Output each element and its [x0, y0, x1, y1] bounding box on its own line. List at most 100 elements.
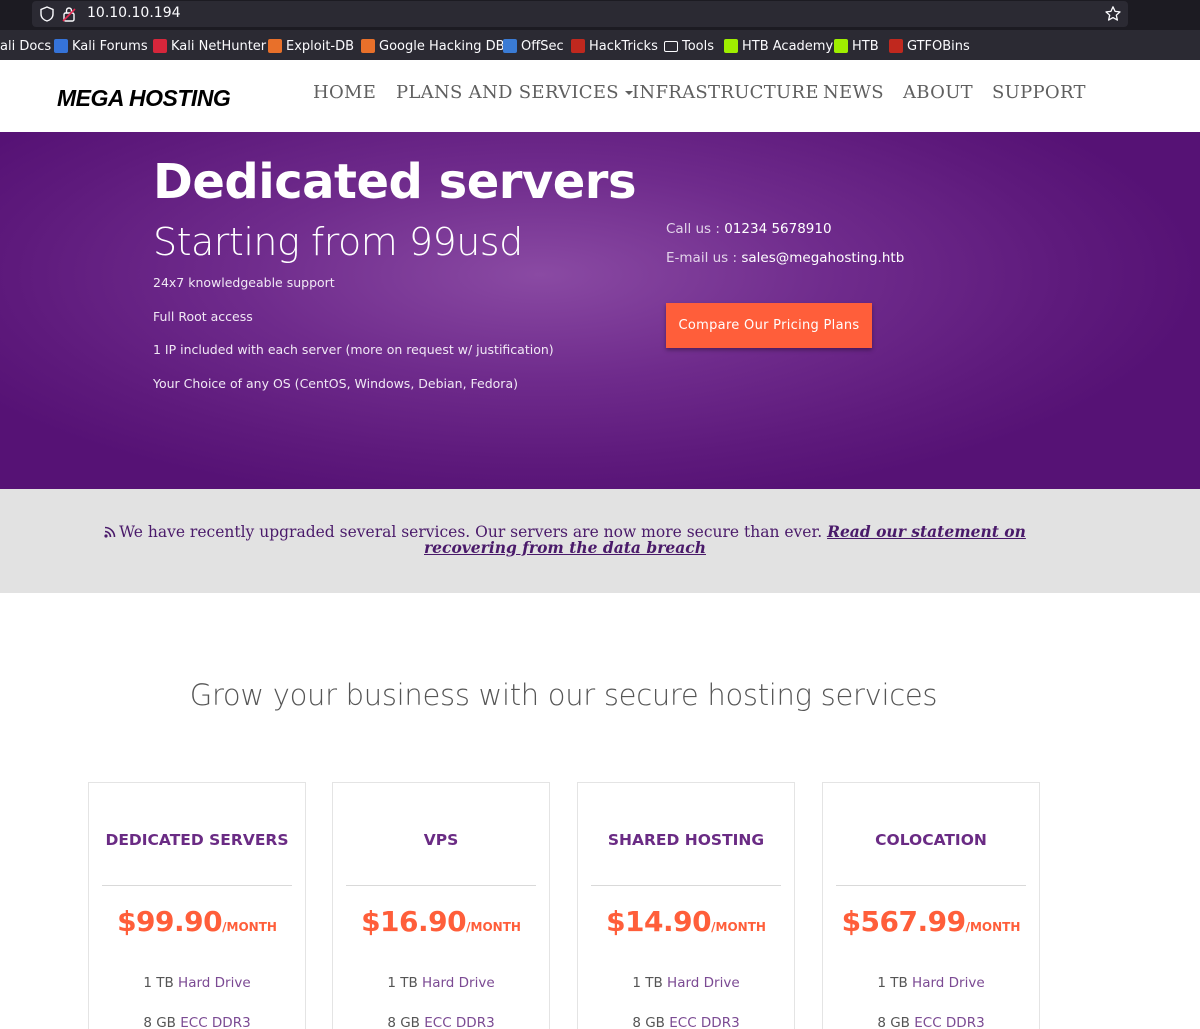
- plan-spec: 1 TB Hard Drive: [89, 975, 305, 991]
- hero-feature: 1 IP included with each server (more on …: [153, 342, 554, 357]
- email-label: E-mail us :: [666, 250, 738, 266]
- contact-email: E-mail us : sales@megahosting.htb: [666, 250, 904, 266]
- site-header: MEGA HOSTING HOME PLANS AND SERVICES INF…: [0, 60, 1200, 132]
- plan-spec-qty: 8 GB: [143, 1015, 176, 1029]
- bookmark-label: Exploit-DB: [286, 38, 355, 54]
- bookmark-label: Tools: [682, 38, 715, 54]
- bookmark-item[interactable]: Kali NetHunter: [153, 37, 266, 55]
- plan-card-vps: VPS $16.90/MONTH 1 TB Hard Drive 8 GB EC…: [332, 782, 550, 1029]
- plan-spec: 8 GB ECC DDR3: [89, 1015, 305, 1029]
- lock-icon[interactable]: [62, 6, 76, 22]
- compare-pricing-button[interactable]: Compare Our Pricing Plans: [666, 303, 872, 348]
- section-title: Grow your business with our secure hosti…: [189, 678, 938, 712]
- hero-feature: 24x7 knowledgeable support: [153, 275, 335, 290]
- bookmark-item[interactable]: ali Docs: [0, 37, 51, 55]
- plan-name: VPS: [423, 831, 459, 849]
- hero-title: Dedicated servers: [153, 154, 637, 210]
- plan-divider: [346, 885, 536, 886]
- plan-divider: [102, 885, 292, 886]
- bookmarks-toolbar: ali Docs Kali Forums Kali NetHunter Exploit…: [0, 30, 1200, 60]
- nav-plans-label: PLANS AND SERVICES: [396, 82, 619, 103]
- bookmark-item[interactable]: OffSec: [503, 37, 564, 55]
- plan-spec-item: ECC DDR3: [424, 1015, 495, 1029]
- plan-card-colocation: COLOCATION $567.99/MONTH 1 TB Hard Drive…: [822, 782, 1040, 1029]
- bookmark-star-icon[interactable]: [1104, 5, 1122, 23]
- plan-price: $99.90/MONTH: [89, 905, 305, 938]
- bookmark-label: HackTricks: [589, 38, 658, 54]
- plan-spec-item: Hard Drive: [178, 975, 251, 991]
- plan-spec: 1 TB Hard Drive: [578, 975, 794, 991]
- kali-forums-icon: [54, 39, 68, 53]
- bookmark-item[interactable]: GTFOBins: [889, 37, 970, 55]
- bookmark-item[interactable]: HTB Academy: [724, 37, 833, 55]
- plan-price-period: /MONTH: [222, 920, 277, 934]
- nav-home[interactable]: HOME: [313, 82, 376, 103]
- bookmark-item[interactable]: Kali Forums: [54, 37, 148, 55]
- plan-price: $567.99/MONTH: [823, 905, 1039, 938]
- kali-nethunter-icon: [153, 39, 167, 53]
- plan-price-amount: $14.90: [606, 905, 712, 938]
- plan-spec-item: Hard Drive: [667, 975, 740, 991]
- url-text[interactable]: 10.10.10.194: [87, 5, 181, 21]
- phone-value: 01234 5678910: [724, 221, 832, 237]
- plan-spec-qty: 1 TB: [632, 975, 663, 991]
- phone-label: Call us :: [666, 221, 720, 237]
- plan-spec: 1 TB Hard Drive: [823, 975, 1039, 991]
- nav-support[interactable]: SUPPORT: [992, 82, 1086, 103]
- plan-spec-item: ECC DDR3: [669, 1015, 740, 1029]
- htb-icon: [834, 39, 848, 53]
- plan-name: COLOCATION: [875, 831, 987, 849]
- gtfobins-icon: [889, 39, 903, 53]
- plan-price-amount: $99.90: [117, 905, 223, 938]
- plan-spec-qty: 1 TB: [143, 975, 174, 991]
- contact-phone: Call us : 01234 5678910: [666, 221, 832, 237]
- hacktricks-icon: [571, 39, 585, 53]
- bookmark-item[interactable]: Tools: [664, 37, 714, 55]
- plan-spec-qty: 8 GB: [387, 1015, 420, 1029]
- bookmark-item[interactable]: HTB: [834, 37, 879, 55]
- bookmark-item[interactable]: Google Hacking DB: [361, 37, 505, 55]
- plan-spec: 8 GB ECC DDR3: [578, 1015, 794, 1029]
- plan-price: $16.90/MONTH: [333, 905, 549, 938]
- bookmark-label: HTB Academy: [742, 38, 834, 54]
- nav-news[interactable]: NEWS: [823, 82, 884, 103]
- plan-card-shared-hosting: SHARED HOSTING $14.90/MONTH 1 TB Hard Dr…: [577, 782, 795, 1029]
- plan-price: $14.90/MONTH: [578, 905, 794, 938]
- hero-feature: Full Root access: [153, 309, 253, 324]
- nav-infrastructure[interactable]: INFRASTRUCTURE: [632, 82, 819, 103]
- plan-divider: [591, 885, 781, 886]
- plan-price-period: /MONTH: [466, 920, 521, 934]
- hero-subtitle: Starting from 99usd: [153, 220, 523, 264]
- plan-spec: 8 GB ECC DDR3: [823, 1015, 1039, 1029]
- notice-message: We have recently upgraded several servic…: [55, 524, 1075, 556]
- notice-bar: We have recently upgraded several servic…: [0, 489, 1200, 593]
- hero-banner: Dedicated servers Starting from 99usd 24…: [0, 132, 1200, 489]
- bookmark-label: ali Docs: [0, 38, 52, 54]
- bookmark-label: Kali Forums: [72, 38, 148, 54]
- rss-icon: [104, 526, 116, 538]
- plan-price-period: /MONTH: [965, 920, 1021, 934]
- address-bar[interactable]: 10.10.10.194: [32, 1, 1128, 27]
- folder-icon: [664, 40, 678, 52]
- hero-feature: Your Choice of any OS (CentOS, Windows, …: [153, 376, 518, 391]
- plan-card-dedicated-servers: DEDICATED SERVERS $99.90/MONTH 1 TB Hard…: [88, 782, 306, 1029]
- exploit-db-icon: [268, 39, 282, 53]
- plan-price-amount: $16.90: [361, 905, 467, 938]
- bookmark-item[interactable]: Exploit-DB: [268, 37, 354, 55]
- nav-plans-and-services[interactable]: PLANS AND SERVICES: [396, 82, 633, 103]
- bookmark-label: GTFOBins: [907, 38, 970, 54]
- shield-icon[interactable]: [40, 6, 54, 22]
- htb-academy-icon: [724, 39, 738, 53]
- bookmark-label: OffSec: [521, 38, 564, 54]
- plan-spec-qty: 8 GB: [877, 1015, 910, 1029]
- plan-spec-qty: 8 GB: [632, 1015, 665, 1029]
- plan-price-period: /MONTH: [711, 920, 766, 934]
- plan-spec-qty: 1 TB: [877, 975, 908, 991]
- main-nav: HOME PLANS AND SERVICES INFRASTRUCTURE N…: [0, 82, 1200, 112]
- plan-spec-item: Hard Drive: [422, 975, 495, 991]
- bookmark-label: Kali NetHunter: [171, 38, 267, 54]
- email-value[interactable]: sales@megahosting.htb: [741, 250, 904, 266]
- plan-spec: 8 GB ECC DDR3: [333, 1015, 549, 1029]
- nav-about[interactable]: ABOUT: [903, 82, 973, 103]
- bookmark-item[interactable]: HackTricks: [571, 37, 658, 55]
